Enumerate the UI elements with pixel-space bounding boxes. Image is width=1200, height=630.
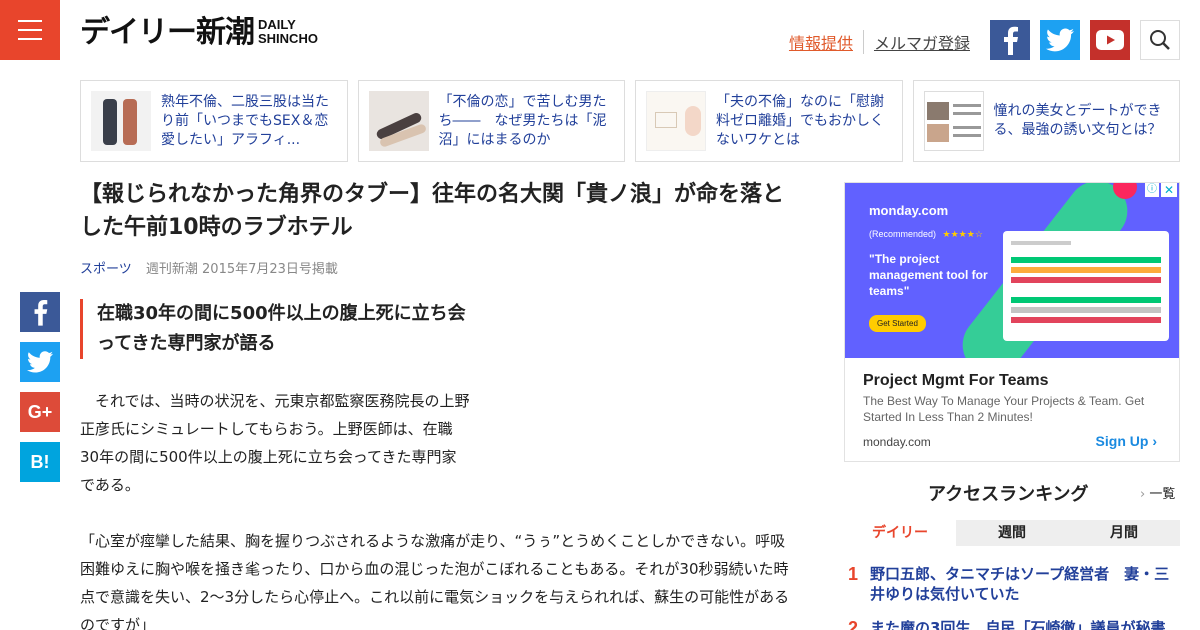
ranking-item[interactable]: 1 野口五郎、タニマチはソープ経営者 妻・三井ゆりは気付いていた [848, 564, 1178, 604]
ad-screenshot [1003, 231, 1169, 341]
card-thumbnail [368, 91, 429, 151]
search-button[interactable] [1140, 20, 1180, 60]
article: 【報じられなかった角界のタブー】往年の名大関「貴ノ浪」が命を落とした午前10時の… [80, 178, 790, 630]
ad-recommended: (Recommended) ★★★★☆ [869, 229, 983, 240]
logo-en: DAILY SHINCHO [258, 18, 318, 46]
twitter-icon [1046, 28, 1074, 52]
chevron-right-icon: › [1152, 433, 1157, 449]
ranking-more-link[interactable]: › 一覧 [1140, 483, 1175, 502]
menu-icon-bar [18, 29, 42, 31]
article-meta: スポーツ 週刊新潮 2015年7月23日号掲載 [80, 258, 790, 277]
ranking-title: アクセスランキング [928, 484, 1089, 505]
ad-brand: monday.com [869, 203, 949, 218]
ad-signup-label: Sign Up [1095, 433, 1149, 449]
ranking-item-title: 野口五郎、タニマチはソープ経営者 妻・三井ゆりは気付いていた [870, 565, 1170, 603]
logo-en-line1: DAILY [258, 17, 296, 32]
chevron-right-icon: › [1140, 487, 1146, 502]
share-twitter-button[interactable] [20, 342, 60, 382]
logo-jp: デイリー新潮 [80, 15, 255, 50]
facebook-icon [1004, 26, 1018, 55]
ad-visual: monday.com (Recommended) ★★★★☆ "The proj… [845, 183, 1179, 358]
tab-daily[interactable]: デイリー [844, 520, 956, 546]
ad-info-icon[interactable]: ⓘ [1145, 183, 1159, 197]
menu-icon-bar [18, 38, 42, 40]
tab-weekly[interactable]: 週間 [956, 520, 1068, 546]
logo-en-line2: SHINCHO [258, 31, 318, 46]
card-title: 熟年不倫、二股三股は当たり前「いつまでもSEX＆恋愛したい」アラフィ... [161, 93, 329, 148]
ranking-tabs: デイリー 週間 月間 [844, 520, 1180, 546]
card-title: 「夫の不倫」なのに「慰謝料ゼロ離婚」でもおかしくないワケとは [716, 93, 884, 148]
article-source: 週刊新潮 2015年7月23日号掲載 [145, 262, 338, 277]
article-paragraph: 「心室が痙攣した結果、胸を握りつぶされるような激痛が走り、“うぅ”とうめくことし… [80, 532, 790, 630]
share-facebook-button[interactable] [20, 292, 60, 332]
header-links: 情報提供 メルマガ登録 [789, 30, 970, 54]
ranking-item-title: また魔の3回生 自民「石崎徹」議員が秘書にパ [870, 619, 1166, 630]
ad-close-icon[interactable]: ✕ [1161, 183, 1177, 197]
twitter-icon [27, 351, 53, 373]
hatena-bookmark-icon: B! [30, 451, 50, 472]
tab-monthly[interactable]: 月間 [1068, 520, 1180, 546]
youtube-button[interactable] [1090, 20, 1130, 60]
ad-stars: ★★★★☆ [942, 229, 983, 239]
related-card[interactable]: 「不倫の恋」で苦しむ男たち―― なぜ男たちは「泥沼」にはまるのか [357, 80, 625, 162]
ranking-number: 1 [848, 564, 859, 584]
article-paragraph: それでは、当時の状況を、元東京都監察医務院長の上野正彦氏にシミュレートしてもらお… [80, 392, 470, 494]
related-card[interactable]: 憧れの美女とデートができる、最強の誘い文句とは？ [912, 80, 1180, 162]
ad-banner[interactable]: monday.com (Recommended) ★★★★☆ "The proj… [844, 182, 1180, 462]
twitter-button[interactable] [1040, 20, 1080, 60]
ad-recommended-label: (Recommended) [869, 229, 937, 239]
card-thumbnail [646, 91, 706, 151]
ad-quote: "The project management tool for teams" [869, 252, 988, 298]
related-card[interactable]: 熟年不倫、二股三股は当たり前「いつまでもSEX＆恋愛したい」アラフィ... [80, 80, 348, 162]
facebook-icon [34, 300, 48, 326]
card-title: 「不倫の恋」で苦しむ男たち―― なぜ男たちは「泥沼」にはまるのか [438, 93, 607, 148]
share-google-plus-button[interactable]: G+ [20, 392, 60, 432]
ad-domain: monday.com [863, 435, 931, 449]
facebook-button[interactable] [990, 20, 1030, 60]
card-thumbnail [91, 91, 151, 151]
ad-headline: Project Mgmt For Teams [863, 372, 1049, 389]
related-card[interactable]: 「夫の不倫」なのに「慰謝料ゼロ離婚」でもおかしくないワケとは [635, 80, 903, 162]
card-title: 憧れの美女とデートができる、最強の誘い文句とは？ [993, 103, 1162, 138]
menu-icon-bar [18, 20, 42, 22]
article-title: 【報じられなかった角界のタブー】往年の名大関「貴ノ浪」が命を落とした午前10時の… [80, 182, 785, 240]
ranking-item[interactable]: 2 また魔の3回生 自民「石崎徹」議員が秘書にパ [848, 618, 1178, 630]
mailmag-link[interactable]: メルマガ登録 [864, 30, 970, 54]
category-link[interactable]: スポーツ [80, 262, 132, 277]
ranking-more-label: 一覧 [1149, 487, 1176, 502]
menu-button[interactable] [0, 0, 60, 60]
share-hatena-button[interactable]: B! [20, 442, 60, 482]
article-subheading: 在職30年の間に500件以上の腹上死に立ち会ってきた専門家が語る [80, 299, 480, 359]
ad-description: The Best Way To Manage Your Projects & T… [863, 394, 1145, 424]
ranking-number: 2 [848, 618, 859, 630]
google-plus-icon: G+ [27, 401, 53, 422]
site-logo[interactable]: デイリー新潮 DAILY SHINCHO [80, 18, 318, 48]
card-thumbnail [923, 91, 984, 151]
youtube-icon [1096, 30, 1124, 50]
ad-signup-button[interactable]: Sign Up › [1096, 433, 1157, 449]
related-cards: 熟年不倫、二股三股は当たり前「いつまでもSEX＆恋愛したい」アラフィ... 「不… [80, 80, 1180, 162]
search-icon [1150, 30, 1170, 50]
info-provide-link[interactable]: 情報提供 [789, 30, 864, 54]
ad-cta-button[interactable]: Get Started [869, 315, 926, 332]
